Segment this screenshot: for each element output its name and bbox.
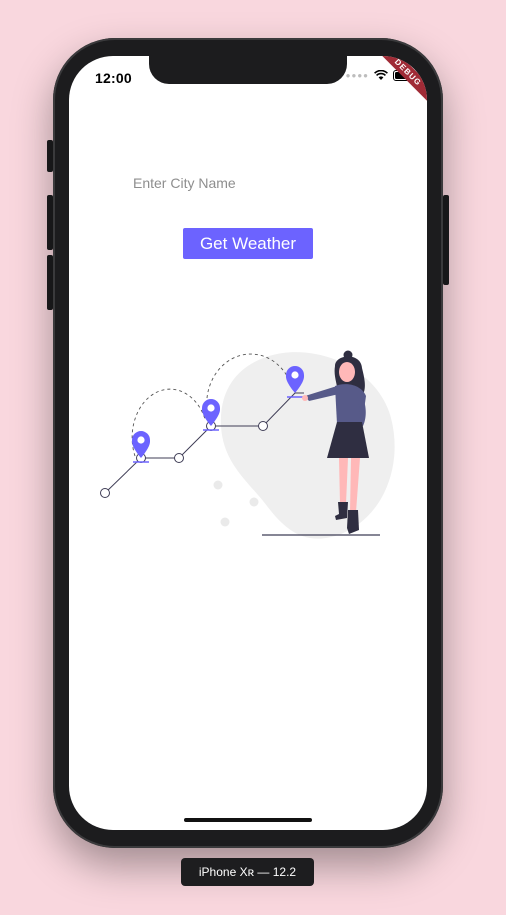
map-pin-icon	[131, 431, 151, 463]
decor-dot	[213, 480, 223, 490]
notch	[149, 56, 347, 84]
route-node	[258, 421, 268, 431]
status-time: 12:00	[95, 70, 132, 86]
city-name-input[interactable]	[131, 171, 369, 195]
route-node	[174, 453, 184, 463]
map-pin-icon	[201, 399, 221, 431]
wifi-icon	[374, 70, 388, 80]
device-label: iPhone Xʀ — 12.2	[181, 858, 314, 886]
signal-icon: ●●●●	[345, 71, 369, 80]
background-blob	[220, 352, 395, 539]
route-node	[100, 488, 110, 498]
decor-dot	[220, 517, 230, 527]
get-weather-button[interactable]: Get Weather	[183, 228, 313, 259]
power-button	[443, 195, 449, 285]
home-indicator[interactable]	[184, 818, 312, 822]
location-illustration	[100, 350, 395, 539]
app-screen: 12:00 ●●●● DEBUG Get Weather	[69, 56, 427, 830]
decor-dot	[249, 497, 259, 507]
